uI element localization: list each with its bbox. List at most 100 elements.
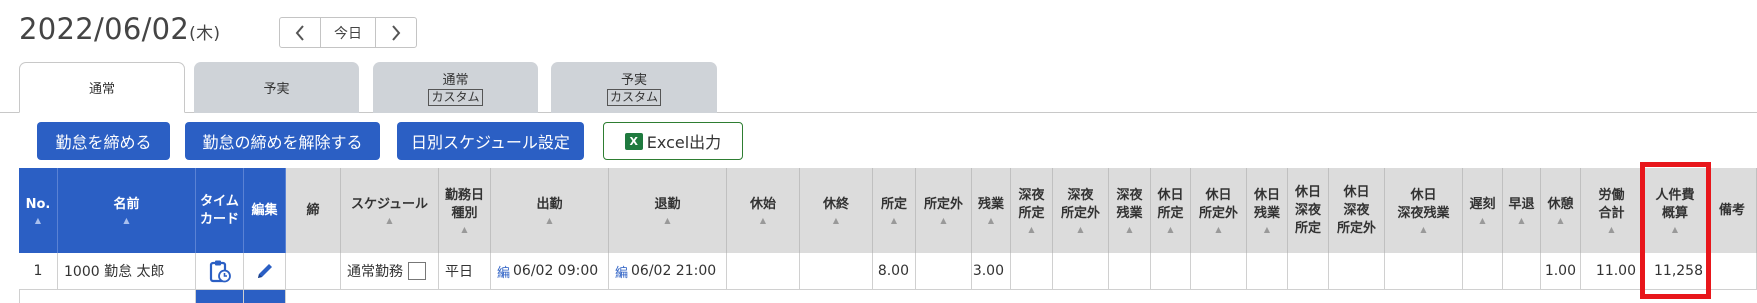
sort-icon: ▲	[940, 216, 947, 225]
clock-in-time: 06/02 09:00	[513, 263, 599, 279]
col-header-holiday-night-overtime[interactable]: 休日 深夜残業 ▲	[1385, 168, 1463, 253]
col-header-scheduled[interactable]: 所定 ▲	[873, 168, 916, 253]
sort-icon: ▲	[1126, 225, 1133, 234]
sort-icon: ▲	[34, 216, 42, 225]
clipboard-clock-icon[interactable]	[209, 259, 231, 283]
row2-timecard-cell	[196, 290, 244, 303]
schedule-text: 通常勤務	[347, 264, 403, 280]
col-header-day-type[interactable]: 勤務日 種別 ▲	[439, 168, 491, 253]
sort-icon: ▲	[1420, 225, 1427, 234]
tab-label: 予実	[620, 73, 647, 88]
tab-plan-actual-custom[interactable]: 予実 カスタム	[551, 62, 717, 113]
sort-icon: ▲	[1263, 225, 1271, 234]
unclose-attendance-button[interactable]: 勤怠の締めを解除する	[185, 122, 380, 160]
col-header-work-total[interactable]: 労働 合計 ▲	[1581, 168, 1643, 253]
cell-holiday-night-scheduled	[1288, 253, 1329, 290]
cell-name[interactable]: 1000 勤怠 太郎	[58, 253, 196, 290]
sort-icon: ▲	[1518, 216, 1525, 225]
cell-timecard[interactable]	[196, 253, 244, 290]
excel-icon: X	[624, 132, 643, 150]
tab-plan-actual[interactable]: 予実	[194, 62, 359, 113]
col-header-clock-in[interactable]: 出勤 ▲	[491, 168, 609, 253]
col-header-break-end[interactable]: 休終 ▲	[800, 168, 873, 253]
sort-icon: ▲	[1028, 225, 1035, 234]
col-header-closed: 締	[286, 168, 341, 253]
cell-edit[interactable]	[244, 253, 286, 290]
cell-holiday-non-scheduled	[1191, 253, 1247, 290]
col-header-no[interactable]: No. ▲	[19, 168, 58, 253]
col-header-edit: 編集	[244, 168, 286, 253]
row2-edit-cell	[244, 290, 286, 303]
cell-holiday-night-non-scheduled	[1329, 253, 1385, 290]
cell-clock-in: 編 06/02 09:00	[491, 253, 609, 290]
cell-break: 1.00	[1541, 253, 1581, 290]
cell-overtime: 3.00	[972, 253, 1011, 290]
col-header-schedule[interactable]: スケジュール ▲	[341, 168, 439, 253]
cell-night-non-scheduled	[1053, 253, 1109, 290]
labor-cost-highlight	[1640, 162, 1711, 299]
col-header-night-scheduled[interactable]: 深夜 所定 ▲	[1011, 168, 1053, 253]
next-day-button[interactable]	[376, 18, 416, 47]
edit-clock-out-link[interactable]: 編	[615, 262, 628, 281]
sort-icon: ▲	[1479, 216, 1486, 225]
col-header-holiday-scheduled[interactable]: 休日 所定 ▲	[1151, 168, 1191, 253]
col-header-notes: 備考	[1708, 168, 1757, 253]
tab-label: 通常	[88, 82, 115, 97]
cell-night-scheduled	[1011, 253, 1053, 290]
col-header-night-overtime[interactable]: 深夜 残業 ▲	[1109, 168, 1151, 253]
sort-icon: ▲	[832, 216, 840, 225]
excel-export-label: Excel出力	[646, 133, 722, 152]
cell-holiday-overtime	[1247, 253, 1288, 290]
col-header-timecard: タイム カード	[196, 168, 244, 253]
cell-work-total: 11.00	[1581, 253, 1643, 290]
tab-label: 予実	[263, 82, 290, 97]
cell-day-type: 平日	[439, 253, 491, 290]
schedule-checkbox[interactable]	[408, 262, 426, 280]
cell-holiday-scheduled	[1151, 253, 1191, 290]
date-text: 2022/06/02	[19, 12, 190, 46]
cell-scheduled: 8.00	[873, 253, 916, 290]
col-header-non-scheduled[interactable]: 所定外 ▲	[916, 168, 972, 253]
tab-sublabel: カスタム	[606, 89, 661, 106]
sort-icon: ▲	[123, 216, 130, 225]
clock-out-time: 06/02 21:00	[631, 263, 717, 279]
tab-label: 通常	[442, 73, 469, 88]
col-header-late[interactable]: 遅刻 ▲	[1463, 168, 1503, 253]
sort-icon: ▲	[1608, 225, 1615, 234]
cell-clock-out: 編 06/02 21:00	[609, 253, 727, 290]
sort-icon: ▲	[386, 216, 393, 225]
pencil-icon[interactable]	[255, 261, 275, 281]
sort-icon: ▲	[461, 225, 468, 234]
daily-schedule-button[interactable]: 日別スケジュール設定	[397, 122, 584, 160]
date-nav: 今日	[279, 17, 417, 48]
excel-export-button[interactable]: X Excel出力	[603, 122, 743, 160]
cell-late	[1463, 253, 1503, 290]
col-header-night-non-scheduled[interactable]: 深夜 所定外 ▲	[1053, 168, 1109, 253]
cell-closed	[286, 253, 341, 290]
sort-icon: ▲	[890, 216, 898, 225]
prev-day-button[interactable]	[280, 18, 320, 47]
col-header-holiday-non-scheduled[interactable]: 休日 所定外 ▲	[1191, 168, 1247, 253]
tab-normal[interactable]: 通常	[19, 62, 185, 113]
col-header-break[interactable]: 休憩 ▲	[1541, 168, 1581, 253]
col-header-early-leave[interactable]: 早退 ▲	[1503, 168, 1541, 253]
col-header-holiday-night-scheduled[interactable]: 休日 深夜 所定	[1288, 168, 1329, 253]
day-of-week: (木)	[189, 24, 221, 44]
page-title: 2022/06/02(木)	[19, 12, 220, 46]
edit-clock-in-link[interactable]: 編	[497, 262, 510, 281]
sort-icon: ▲	[1215, 225, 1222, 234]
cell-no: 1	[19, 253, 58, 290]
cell-non-scheduled	[916, 253, 972, 290]
col-header-holiday-night-non-scheduled[interactable]: 休日 深夜 所定外	[1329, 168, 1385, 253]
col-header-break-start[interactable]: 休始 ▲	[727, 168, 800, 253]
today-button[interactable]: 今日	[320, 18, 376, 47]
close-attendance-button[interactable]: 勤怠を締める	[37, 122, 170, 160]
col-header-holiday-overtime[interactable]: 休日 残業 ▲	[1247, 168, 1288, 253]
cell-early-leave	[1503, 253, 1541, 290]
col-header-clock-out[interactable]: 退勤 ▲	[609, 168, 727, 253]
cell-notes	[1708, 253, 1757, 290]
col-header-name[interactable]: 名前 ▲	[58, 168, 196, 253]
col-header-overtime[interactable]: 残業 ▲	[972, 168, 1011, 253]
sort-icon: ▲	[1167, 225, 1174, 234]
tab-normal-custom[interactable]: 通常 カスタム	[373, 62, 538, 113]
